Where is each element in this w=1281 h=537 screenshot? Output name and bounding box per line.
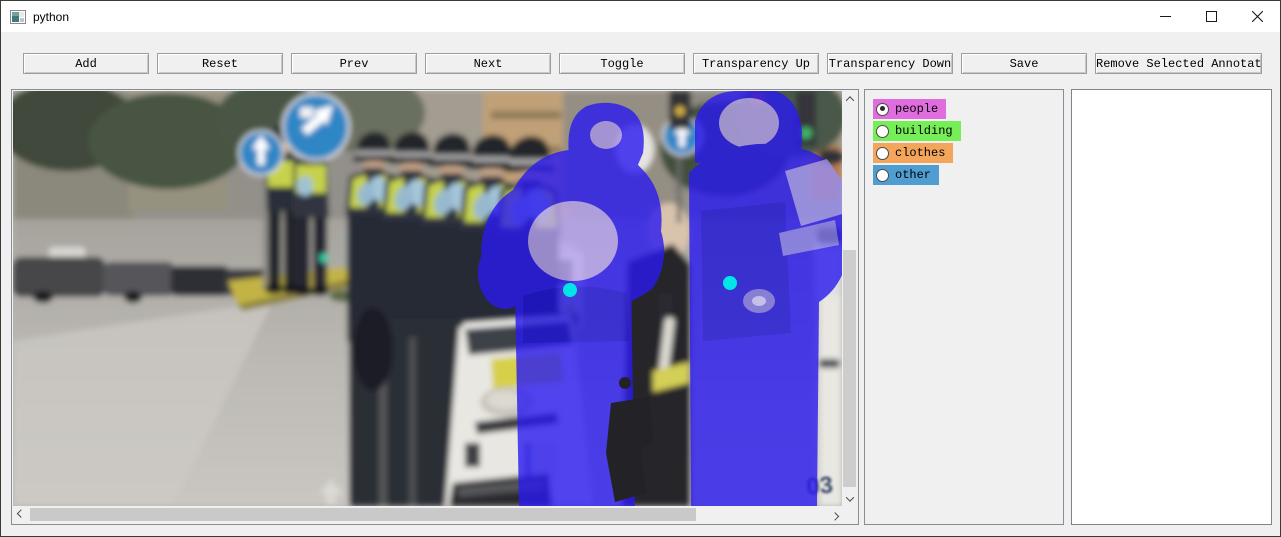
image-canvas-panel: 03 bbox=[11, 89, 859, 525]
maximize-icon bbox=[1206, 11, 1217, 22]
horizontal-scrollbar[interactable] bbox=[13, 507, 842, 522]
category-clothes[interactable]: clothes bbox=[873, 143, 953, 163]
chevron-right-icon bbox=[830, 512, 838, 520]
window-title: python bbox=[33, 10, 1142, 24]
category-label: clothes bbox=[895, 146, 945, 160]
category-people[interactable]: people bbox=[873, 99, 946, 119]
transparency-down-button[interactable]: Transparency Down bbox=[827, 53, 953, 74]
add-button[interactable]: Add bbox=[23, 53, 149, 74]
annotation-canvas[interactable]: 03 bbox=[13, 91, 842, 506]
transparency-up-button[interactable]: Transparency Up bbox=[693, 53, 819, 74]
radio-button-other[interactable] bbox=[876, 169, 889, 182]
radio-button-building[interactable] bbox=[876, 125, 889, 138]
category-label: people bbox=[895, 102, 938, 116]
reset-button[interactable]: Reset bbox=[157, 53, 283, 74]
scroll-right-button[interactable] bbox=[827, 507, 842, 522]
category-label: other bbox=[895, 168, 931, 182]
annotation-list[interactable] bbox=[1071, 89, 1272, 525]
minimize-button[interactable] bbox=[1142, 1, 1188, 32]
maximize-button[interactable] bbox=[1188, 1, 1234, 32]
toolbar: Add Reset Prev Next Toggle Transparency … bbox=[23, 53, 1262, 74]
remove-selected-annotations-button[interactable]: Remove Selected Annotations bbox=[1095, 53, 1262, 74]
titlebar: python bbox=[1, 1, 1280, 32]
prev-button[interactable]: Prev bbox=[291, 53, 417, 74]
horizontal-scrollbar-thumb[interactable] bbox=[30, 508, 696, 521]
chevron-down-icon bbox=[845, 493, 853, 501]
radio-button-people[interactable] bbox=[876, 103, 889, 116]
category-other[interactable]: other bbox=[873, 165, 939, 185]
scroll-up-button[interactable] bbox=[842, 91, 857, 106]
close-button[interactable] bbox=[1234, 1, 1280, 32]
category-building[interactable]: building bbox=[873, 121, 961, 141]
category-label: building bbox=[895, 124, 953, 138]
toggle-button[interactable]: Toggle bbox=[559, 53, 685, 74]
next-button[interactable]: Next bbox=[425, 53, 551, 74]
traffic-sign-diagonal-arrow bbox=[283, 94, 349, 160]
scroll-left-button[interactable] bbox=[13, 507, 28, 522]
chevron-left-icon bbox=[16, 509, 24, 517]
scroll-down-button[interactable] bbox=[842, 491, 857, 506]
category-panel: people building clothes other bbox=[864, 89, 1064, 525]
close-icon bbox=[1252, 11, 1263, 22]
radio-button-clothes[interactable] bbox=[876, 147, 889, 160]
save-button[interactable]: Save bbox=[961, 53, 1087, 74]
chevron-up-icon bbox=[845, 96, 853, 104]
app-window: python Add Reset Prev Next Toggle Transp… bbox=[0, 0, 1281, 537]
app-icon bbox=[10, 9, 26, 25]
traffic-sign-up-arrow bbox=[239, 131, 283, 175]
vertical-scrollbar[interactable] bbox=[842, 91, 857, 506]
minimize-icon bbox=[1160, 11, 1171, 22]
vertical-scrollbar-thumb[interactable] bbox=[843, 250, 856, 487]
